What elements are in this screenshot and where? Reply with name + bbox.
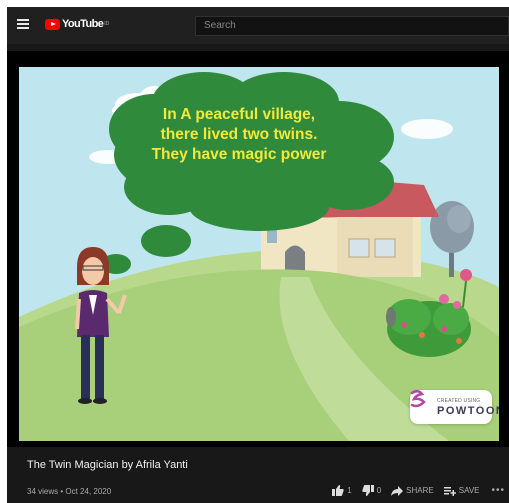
share-icon [391, 485, 404, 496]
youtube-logo[interactable]: YouTube ID [45, 18, 109, 30]
like-count: 1 [347, 486, 352, 495]
caption-line-2: there lived two twins. [160, 126, 318, 143]
save-label: SAVE [458, 486, 480, 495]
share-label: SHARE [406, 486, 434, 495]
top-bar: YouTube ID Search [7, 7, 509, 44]
thumbs-down-icon [362, 485, 374, 496]
caption-line-3: They have magic power [151, 146, 327, 163]
logo-text: YouTube [62, 18, 104, 30]
video-frame[interactable]: In A peaceful village, there lived two t… [19, 67, 499, 441]
search-input[interactable]: Search [195, 16, 509, 36]
video-player[interactable]: In A peaceful village, there lived two t… [7, 51, 509, 447]
share-button[interactable]: SHARE [391, 485, 434, 496]
video-meta: 34 views • Oct 24, 2020 [27, 487, 112, 496]
video-title: The Twin Magician by Afrila Yanti [27, 459, 188, 471]
menu-icon[interactable] [17, 19, 29, 29]
save-button[interactable]: SAVE [443, 486, 480, 496]
bubble-caption: In A peaceful village, there lived two t… [119, 105, 359, 165]
watermark-brand-text: POWTOON [437, 405, 499, 417]
video-actions: 1 0 SHARE SAVE ••• [322, 485, 505, 496]
youtube-window: YouTube ID Search In A peaceful village,… [7, 7, 509, 503]
dislike-count: 0 [376, 486, 382, 495]
dislike-button[interactable]: 0 [362, 485, 381, 496]
thumbs-up-icon [332, 485, 344, 496]
powtoon-watermark[interactable]: CREATED USING POWTOON [410, 390, 499, 424]
watermark-small-text: CREATED USING [437, 398, 481, 404]
caption-line-1: In A peaceful village, [162, 106, 316, 123]
like-button[interactable]: 1 [332, 485, 352, 496]
powtoon-logo-icon [410, 390, 426, 408]
more-actions-button[interactable]: ••• [491, 485, 505, 496]
playlist-add-icon [443, 486, 456, 496]
logo-region: ID [104, 21, 110, 27]
play-logo-icon [45, 18, 60, 30]
